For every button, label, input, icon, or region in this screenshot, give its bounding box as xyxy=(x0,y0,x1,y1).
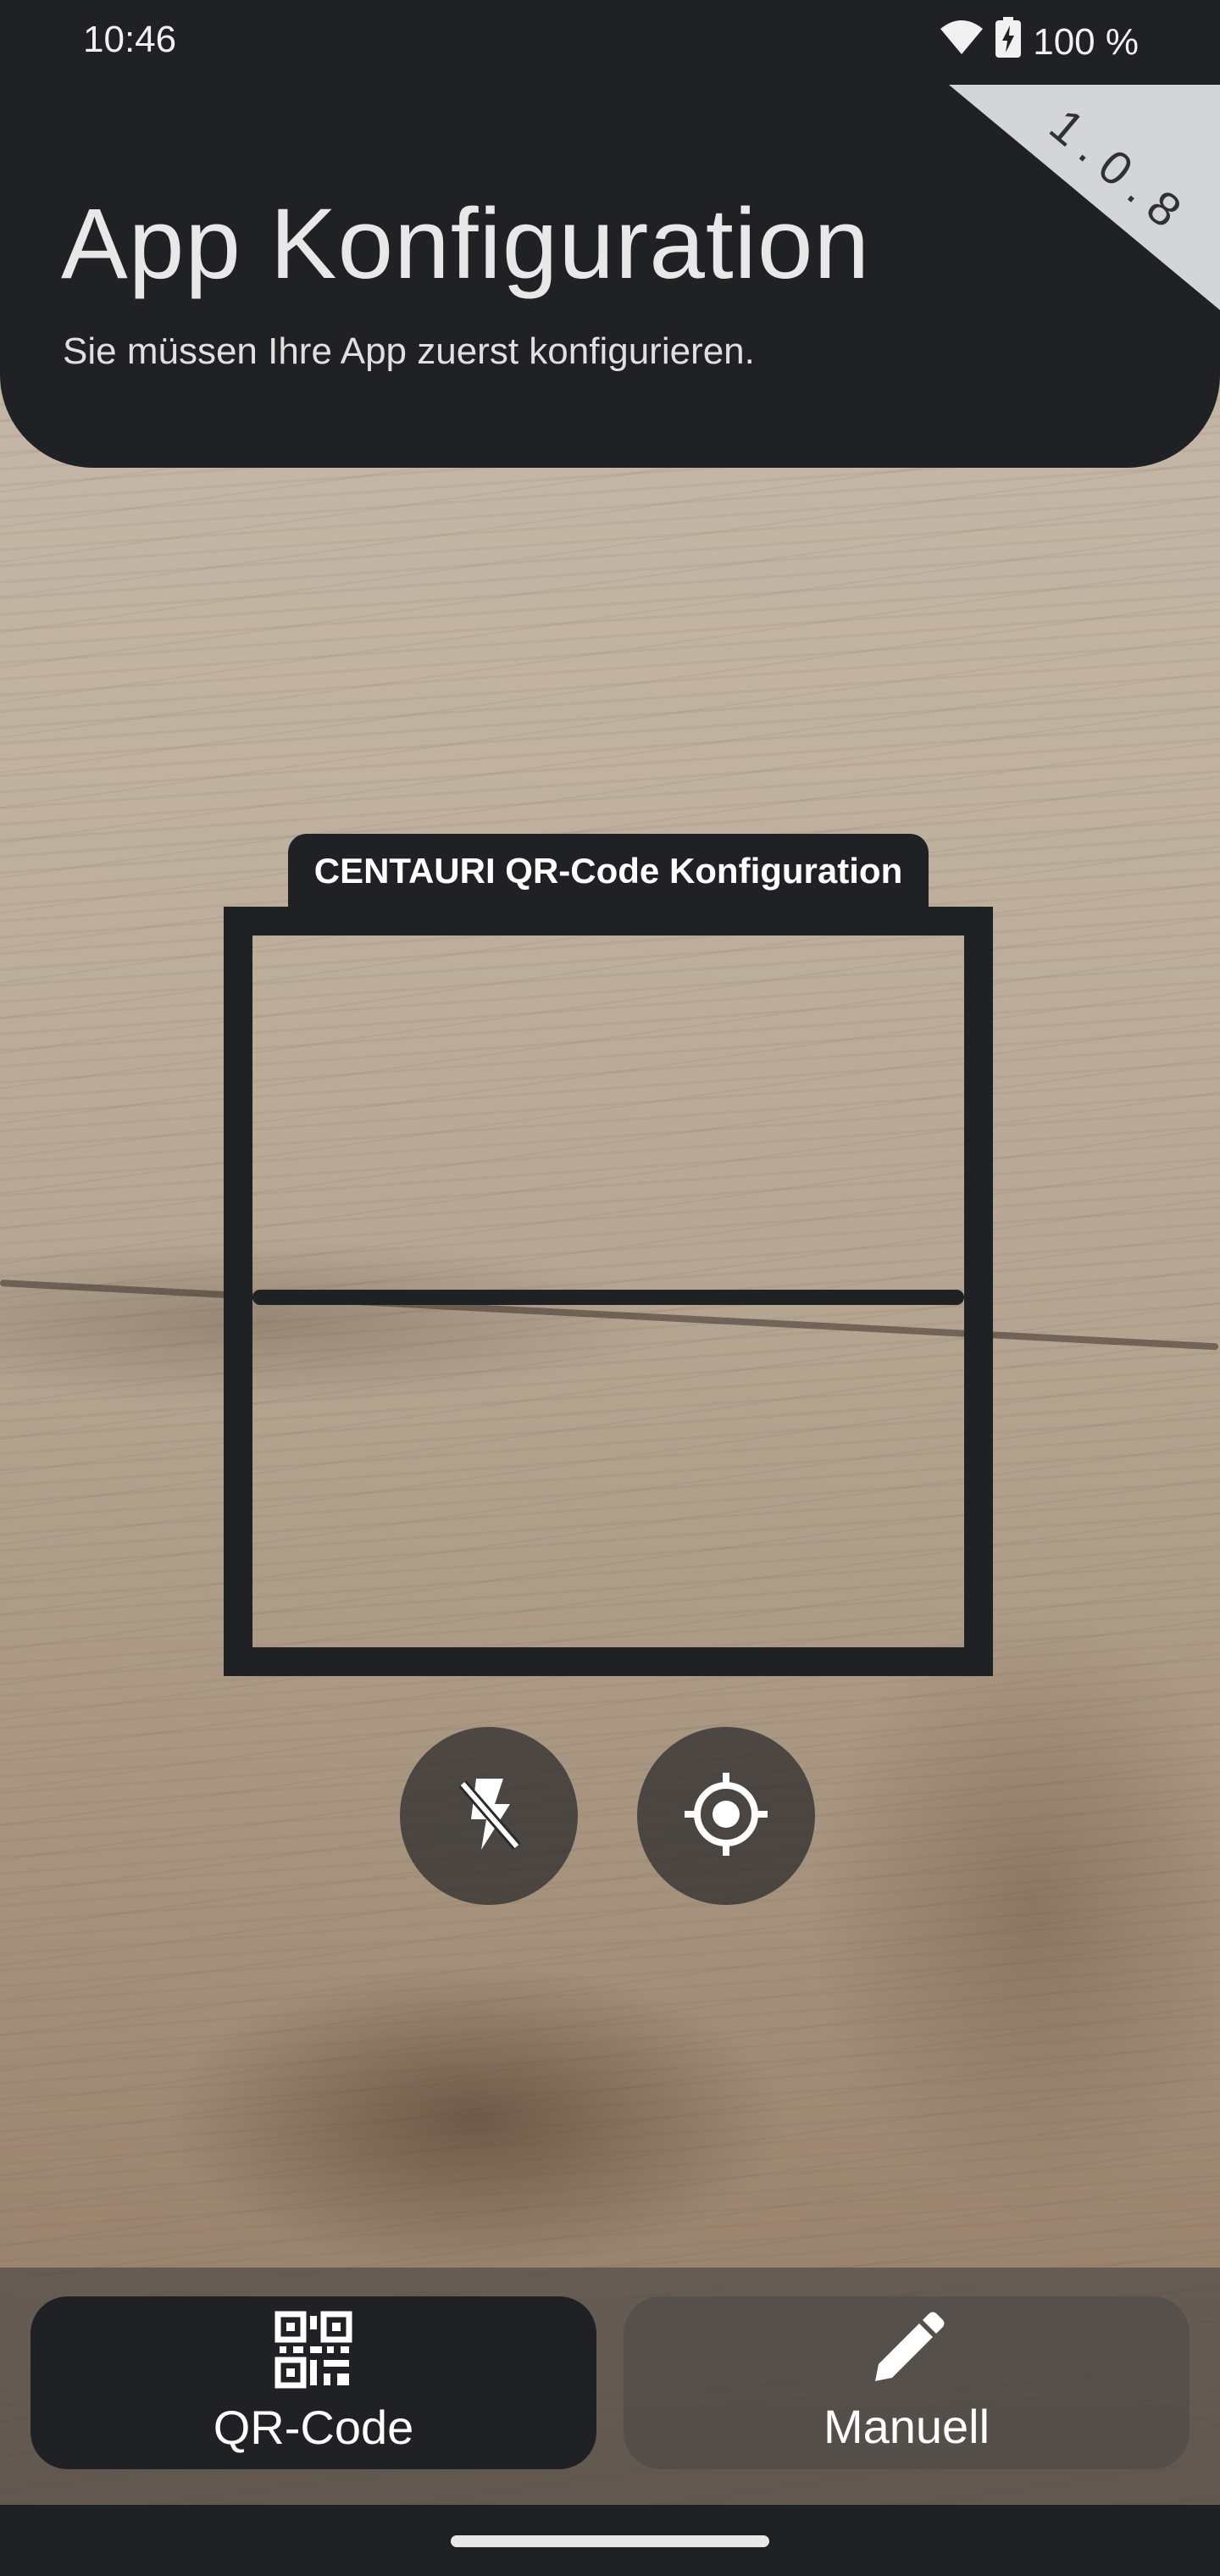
page-subtitle: Sie müssen Ihre App zuerst konfigurieren… xyxy=(63,330,755,372)
qr-code-icon xyxy=(274,2311,352,2393)
version-label: 1.0.8 xyxy=(1040,97,1201,246)
pencil-icon xyxy=(868,2312,945,2392)
scan-line xyxy=(252,1290,964,1305)
header-card: App Konfiguration Sie müssen Ihre App zu… xyxy=(0,85,1220,468)
app-screen: 10:46 100 % App Konfiguration Sie müssen… xyxy=(0,0,1220,2576)
page-title: App Konfiguration xyxy=(61,188,871,300)
nav-item-label: QR-Code xyxy=(213,2401,414,2454)
battery-level: 100 % xyxy=(1033,20,1139,63)
bottom-navigation: QR-Code Manuell xyxy=(0,2268,1220,2505)
status-time: 10:46 xyxy=(83,19,177,60)
status-icons: 100 % xyxy=(940,17,1139,67)
qr-scanner-frame xyxy=(224,907,993,1676)
status-bar: 10:46 100 % xyxy=(0,0,1220,85)
scanner-label: CENTAURI QR-Code Konfiguration xyxy=(288,834,929,908)
battery-charging-icon xyxy=(995,17,1022,67)
nav-item-qr-code[interactable]: QR-Code xyxy=(30,2296,596,2469)
focus-target-icon xyxy=(679,1768,773,1865)
gesture-handle[interactable] xyxy=(451,2535,769,2547)
nav-item-label: Manuell xyxy=(823,2400,990,2453)
focus-button[interactable] xyxy=(637,1727,815,1905)
version-ribbon: 1.0.8 xyxy=(949,85,1220,310)
nav-item-manual[interactable]: Manuell xyxy=(624,2296,1190,2469)
flash-off-icon xyxy=(451,1772,527,1861)
wifi-icon xyxy=(940,19,984,65)
flash-toggle-button[interactable] xyxy=(400,1727,578,1905)
gesture-navigation-area xyxy=(0,2505,1220,2576)
